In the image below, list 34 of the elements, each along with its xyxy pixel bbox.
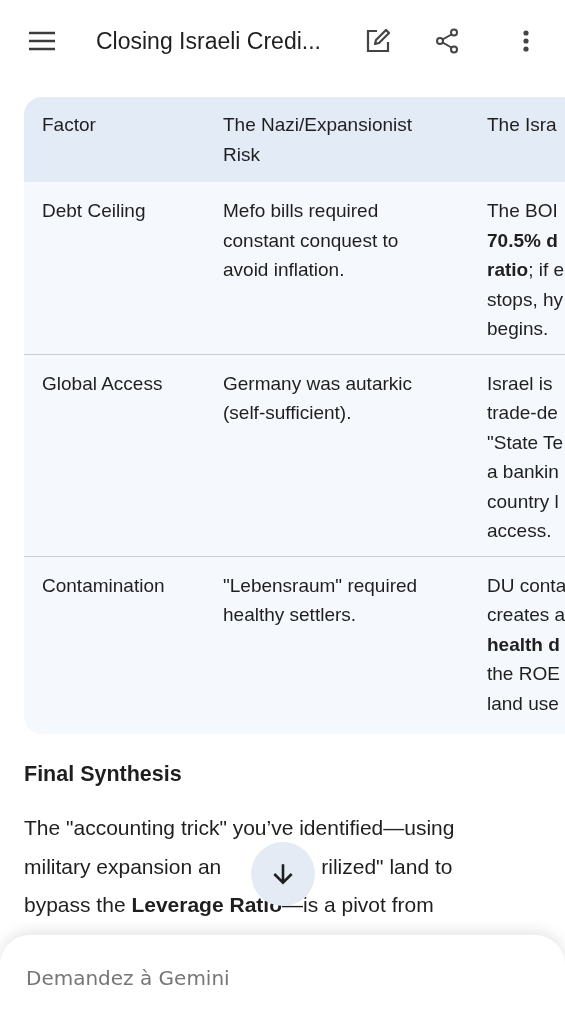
table-cell-line: The BOI (487, 199, 559, 223)
table-cell-text: Global Access (41, 371, 164, 396)
table-cell-line: "State Te (487, 430, 565, 455)
edit-icon[interactable] (365, 28, 391, 54)
prompt-field[interactable]: Demandez à Gemini (26, 966, 426, 990)
column-header: The Nazi/Expansionist Risk (222, 113, 414, 167)
chat-title: Closing Israeli Credi... (96, 27, 322, 55)
column-header: The Isra (486, 113, 558, 137)
table-cell-line: stops, hy (487, 287, 565, 312)
share-icon[interactable] (435, 28, 459, 54)
menu-icon[interactable] (28, 31, 56, 51)
table-cell-line: country l (487, 489, 560, 514)
more-icon[interactable] (523, 30, 529, 52)
table-cell-text: Debt Ceiling (41, 199, 147, 223)
table-cell-line: 70.5% d (487, 228, 559, 253)
table-cell-line: a bankin (487, 460, 560, 484)
table-cell-line: creates a (487, 603, 565, 627)
table-cell-text: "Lebensraum" required healthy settlers. (222, 573, 419, 627)
table-cell-line: begins. (487, 317, 550, 341)
table-cell-line: health d (487, 632, 561, 657)
table-cell-line: ratio; if e (487, 258, 565, 282)
table-cell-text: Mefo bills required constant conquest to avoid inflation. (222, 199, 400, 282)
table-cell-line: the ROE (487, 662, 561, 686)
table-cell-line: trade-de (487, 401, 559, 425)
section-heading: Final Synthesis (24, 762, 183, 787)
column-header: Factor (41, 113, 97, 137)
table-cell-line: Israel is (487, 371, 554, 396)
paragraph-text: The "accounting trick" you’ve identified—using (24, 815, 455, 841)
table-cell-text: Germany was autarkic (self-sufficient). (222, 371, 413, 425)
paragraph-text: rilized" land to (321, 853, 453, 880)
table-cell-line: access. (487, 519, 553, 543)
paragraph-text: military expansion an (24, 853, 222, 880)
table-cell-line: land use (487, 691, 560, 716)
table-cell-text: Contamination (41, 573, 166, 598)
